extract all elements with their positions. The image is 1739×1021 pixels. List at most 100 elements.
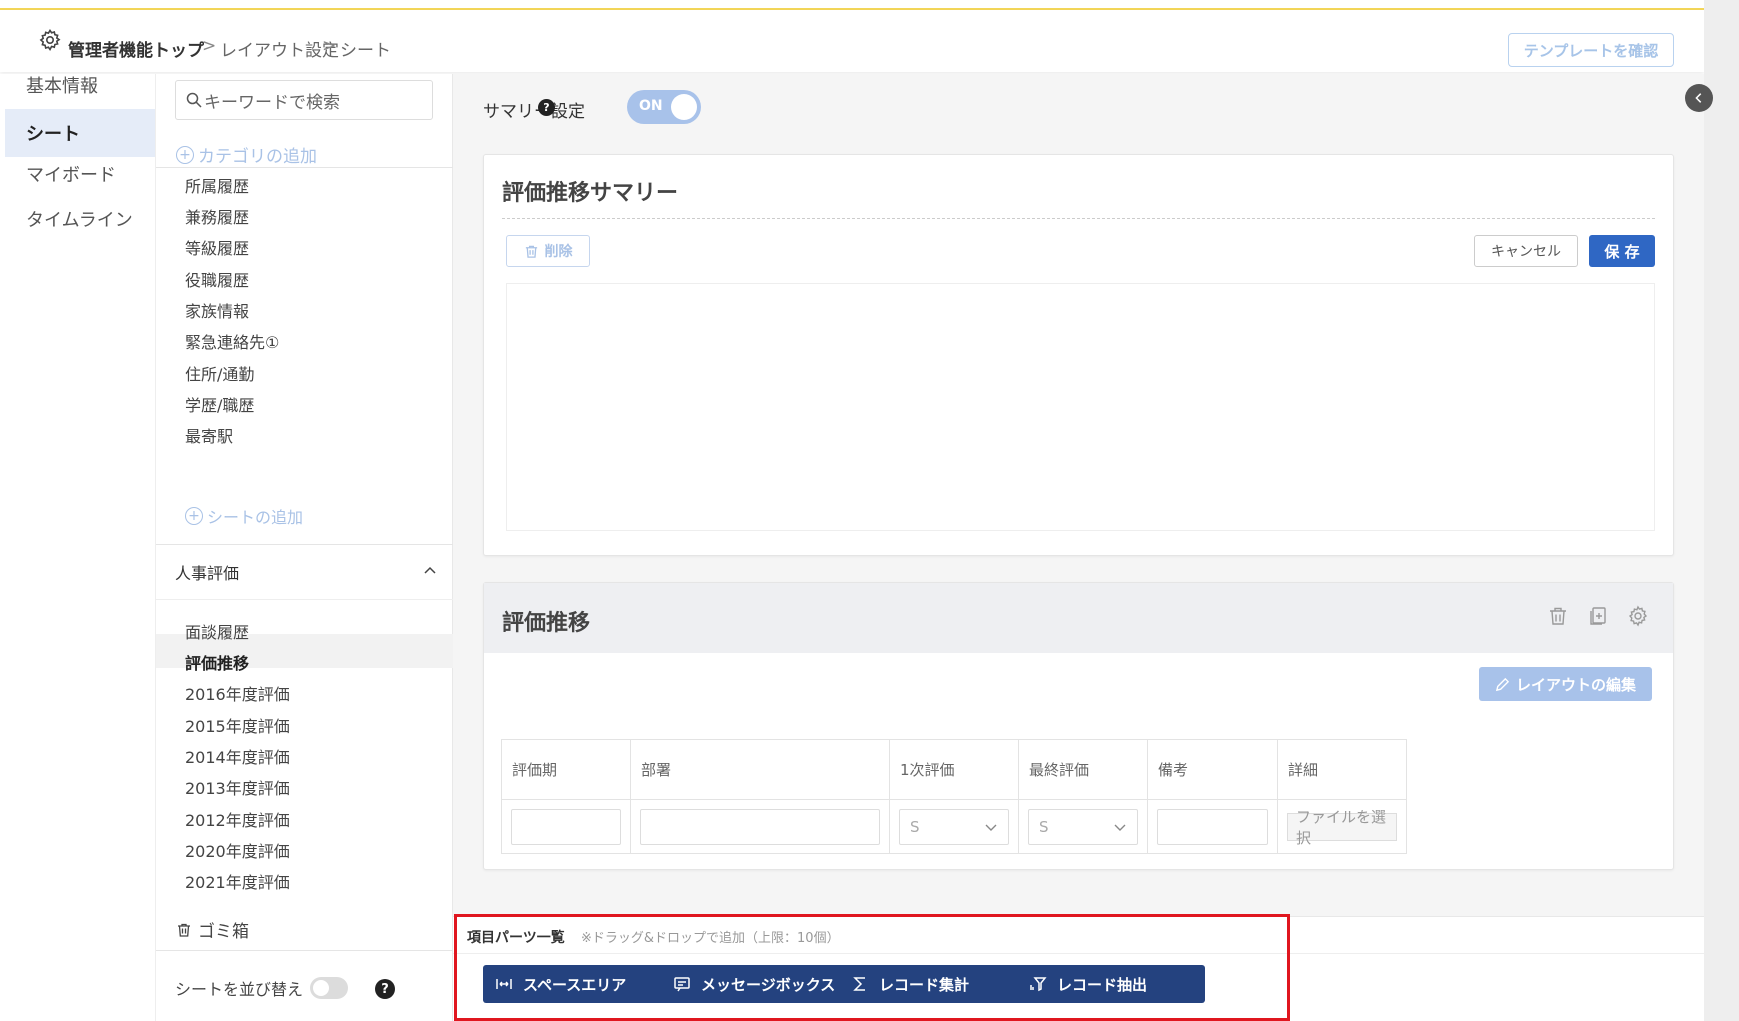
period-input[interactable] [511, 808, 621, 845]
add-category-label: カテゴリの追加 [198, 147, 317, 167]
table-cell [1147, 799, 1278, 854]
part-message-box-button[interactable]: メッセージボックス [661, 965, 849, 1003]
gear-icon[interactable] [38, 28, 62, 52]
help-icon[interactable]: ? [375, 979, 395, 999]
summary-card-title: 評価推移サマリー [502, 181, 679, 206]
sort-sheets-label: シートを並び替え [175, 980, 304, 999]
search-input[interactable]: キーワードで検索 [175, 80, 433, 120]
sidebar-item[interactable]: 2014年度評価 [185, 744, 290, 768]
select-value: S [910, 817, 920, 836]
first-eval-select[interactable]: S [899, 808, 1009, 845]
column-header: 詳細 [1277, 739, 1407, 800]
sidebar-item[interactable]: 等級履歴 [185, 235, 249, 259]
delete-label: 削除 [544, 244, 573, 260]
trash-icon [178, 923, 190, 937]
trash-icon[interactable] [1547, 605, 1569, 627]
save-button[interactable]: 保 存 [1589, 235, 1655, 267]
column-header: 評価期 [501, 739, 631, 800]
divider [453, 953, 1704, 954]
part-space-area-button[interactable]: スペースエリア [483, 965, 671, 1003]
part-record-extract-button[interactable]: レコード抽出 [1017, 965, 1205, 1003]
cancel-button[interactable]: キャンセル [1474, 235, 1578, 267]
part-record-sum-button[interactable]: レコード集計 [839, 965, 1027, 1003]
sidebar-item[interactable]: 面談履歴 [185, 619, 249, 643]
sidebar-item[interactable]: 兼務履歴 [185, 204, 249, 228]
edit-layout-label: レイアウトの編集 [1515, 675, 1636, 694]
category-header-hr-evaluation[interactable]: 人事評価 [156, 544, 454, 600]
department-input[interactable] [640, 808, 880, 845]
header: 管理者機能トップ > レイアウト設定 > シート テンプレートを確認 [0, 10, 1704, 72]
nav-item-myboard[interactable]: マイボード [5, 150, 155, 198]
final-eval-select[interactable]: S [1028, 808, 1138, 845]
sidebar-item[interactable]: 緊急連絡先① [185, 329, 279, 353]
nav-item-basic-info[interactable]: 基本情報 [5, 61, 155, 109]
sidebar-item[interactable]: 2016年度評価 [185, 681, 290, 705]
sidebar-item[interactable]: 2012年度評価 [185, 807, 290, 831]
toggle-knob [671, 94, 697, 120]
remarks-input[interactable] [1157, 808, 1268, 845]
nav-item-timeline[interactable]: タイムライン [5, 195, 155, 243]
trash-link[interactable]: ゴミ箱 [176, 917, 249, 942]
plus-circle-icon: + [176, 145, 194, 164]
parts-note: ※ドラッグ&ドロップで追加（上限：10個） [581, 931, 840, 946]
parts-panel: 項目パーツ一覧 ※ドラッグ&ドロップで追加（上限：10個） スペースエリア メッ… [453, 916, 1704, 1021]
sidebar-item[interactable]: 所属履歴 [185, 173, 249, 197]
part-label: レコード集計 [879, 975, 970, 994]
divider [156, 167, 454, 168]
column-header: 最終評価 [1018, 739, 1148, 800]
breadcrumb-sheet: シート [340, 41, 391, 61]
edit-layout-button[interactable]: レイアウトの編集 [1479, 667, 1652, 701]
sidebar-item[interactable]: 2020年度評価 [185, 838, 290, 862]
chevron-up-icon[interactable] [422, 562, 438, 578]
toggle-label: ON [639, 98, 663, 114]
delete-button[interactable]: 削除 [506, 235, 590, 267]
search-icon [186, 92, 202, 108]
dashed-divider [502, 218, 1655, 219]
sheet-sidebar: キーワードで検索 + カテゴリの追加 所属履歴 兼務履歴 等級履歴 役職履歴 家… [155, 74, 454, 1021]
page-scrollbar[interactable] [1704, 0, 1739, 1021]
top-accent-line [0, 0, 1704, 10]
chevron-left-icon [1695, 93, 1702, 103]
trash-label: ゴミ箱 [198, 922, 249, 942]
sidebar-item-active[interactable]: 評価推移 [185, 650, 249, 674]
sidebar-item[interactable]: 家族情報 [185, 298, 249, 322]
help-icon[interactable]: ? [538, 99, 555, 116]
category-label: 人事評価 [175, 563, 240, 583]
sidebar-item[interactable]: 2013年度評価 [185, 775, 290, 799]
sidebar-item[interactable]: 最寄駅 [185, 423, 233, 447]
summary-setting-label: サマリー設定 [483, 102, 585, 122]
select-value: S [1039, 817, 1049, 836]
summary-toggle[interactable]: ON [627, 90, 701, 124]
add-sheet-button[interactable]: + シートの追加 [185, 504, 303, 528]
view-template-button[interactable]: テンプレートを確認 [1508, 33, 1674, 67]
collapse-panel-button[interactable] [1685, 84, 1713, 112]
sidebar-item[interactable]: 学歴/職歴 [185, 392, 254, 416]
table-cell: S [889, 799, 1019, 854]
add-category-button[interactable]: + カテゴリの追加 [176, 142, 317, 167]
breadcrumb-separator: > [322, 36, 337, 56]
sidebar-item[interactable]: 2015年度評価 [185, 713, 290, 737]
summary-drop-area[interactable] [506, 283, 1655, 531]
table-row: S S ファイルを選択 [501, 799, 1407, 854]
search-placeholder: キーワードで検索 [204, 92, 340, 113]
part-label: メッセージボックス [701, 975, 836, 994]
add-sheet-label: シートの追加 [207, 508, 304, 527]
copy-icon[interactable] [1587, 605, 1609, 627]
message-icon [674, 977, 690, 992]
sidebar-item[interactable]: 2021年度評価 [185, 869, 290, 893]
pencil-icon [1495, 677, 1510, 691]
part-label: スペースエリア [523, 975, 627, 994]
sigma-icon [853, 977, 865, 991]
gear-icon[interactable] [1627, 605, 1649, 627]
sidebar-item[interactable]: 役職履歴 [185, 267, 249, 291]
evaluation-table: 評価期 部署 1次評価 最終評価 備考 詳細 S S ファイルを選択 [501, 739, 1407, 854]
table-cell [630, 799, 890, 854]
sort-sheets-toggle[interactable] [310, 977, 348, 999]
part-label: レコード抽出 [1057, 975, 1148, 994]
column-header: 備考 [1147, 739, 1278, 800]
column-header: 部署 [630, 739, 890, 800]
file-select-button[interactable]: ファイルを選択 [1287, 808, 1397, 847]
breadcrumb-admin-top[interactable]: 管理者機能トップ [68, 36, 204, 61]
chevron-down-icon [1114, 824, 1126, 831]
sidebar-item[interactable]: 住所/通勤 [185, 361, 254, 385]
